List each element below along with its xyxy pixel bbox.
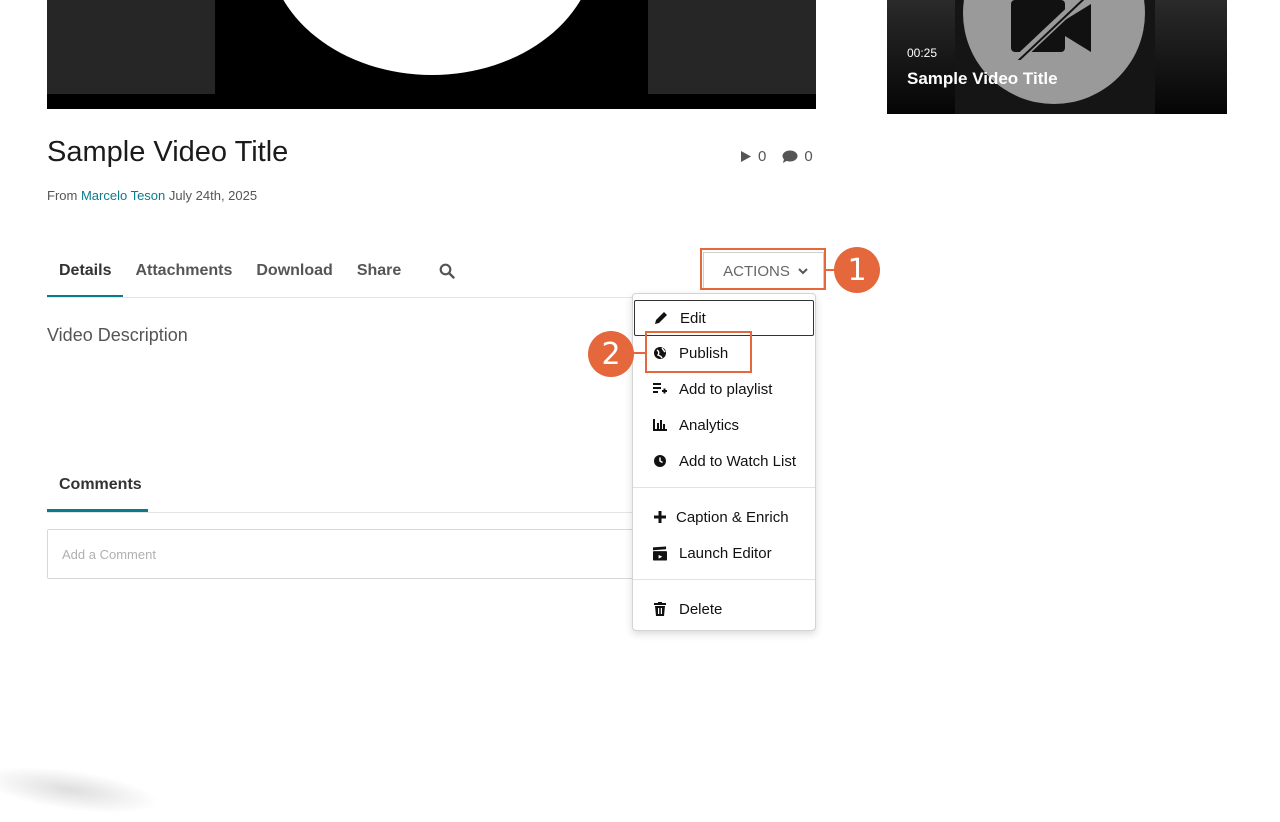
menu-item-analytics[interactable]: Analytics xyxy=(633,407,815,443)
callout-badge-2: 2 xyxy=(588,331,634,377)
menu-item-label: Add to playlist xyxy=(679,380,773,398)
tab-download[interactable]: Download xyxy=(244,252,344,298)
decorative-smudge xyxy=(0,757,162,822)
page-title: Sample Video Title xyxy=(47,136,289,168)
tab-attachments[interactable]: Attachments xyxy=(123,252,244,298)
video-frame-shape xyxy=(268,0,596,75)
tab-details[interactable]: Details xyxy=(47,252,124,298)
details-tabs: Details Attachments Download Share xyxy=(47,252,467,298)
video-description: Video Description xyxy=(47,325,188,345)
play-icon xyxy=(741,151,751,162)
menu-item-label: Publish xyxy=(679,344,729,362)
thumbnail-duration: 00:25 xyxy=(907,46,938,60)
comments-stat: 0 xyxy=(782,148,813,165)
menu-item-publish[interactable]: Publish xyxy=(633,335,815,371)
clock-icon xyxy=(653,454,667,468)
video-player[interactable] xyxy=(47,0,816,109)
player-letterbox-right xyxy=(648,0,816,94)
actions-label: ACTIONS xyxy=(723,262,790,280)
tab-share[interactable]: Share xyxy=(345,252,413,298)
related-video-thumbnail[interactable]: 00:25 Sample Video Title xyxy=(887,0,1227,114)
menu-item-label: Delete xyxy=(679,600,723,618)
actions-button[interactable]: ACTIONS xyxy=(703,252,824,290)
menu-item-label: Add to Watch List xyxy=(679,452,796,470)
plays-stat: 0 xyxy=(740,148,766,165)
actions-menu: Edit Publish Add to playlist Analytics A… xyxy=(632,293,816,631)
menu-item-add-to-watch-list[interactable]: Add to Watch List xyxy=(633,443,815,479)
clapperboard-icon xyxy=(653,546,667,560)
menu-item-launch-editor[interactable]: Launch Editor xyxy=(633,535,815,571)
search-icon xyxy=(439,263,455,279)
callout-badge-1: 1 xyxy=(834,247,880,293)
menu-divider xyxy=(633,487,815,488)
video-meta: From Marcelo Teson July 24th, 2025 xyxy=(47,188,257,203)
pencil-icon xyxy=(654,311,668,325)
player-letterbox-left xyxy=(47,0,215,94)
comment-bubble-icon xyxy=(782,150,798,163)
menu-item-label: Analytics xyxy=(679,416,740,434)
bar-chart-icon xyxy=(653,418,667,432)
menu-item-caption-enrich[interactable]: Caption & Enrich xyxy=(633,499,815,535)
author-link[interactable]: Marcelo Teson xyxy=(81,188,165,203)
comments-count: 0 xyxy=(804,148,813,165)
video-stats: 0 0 xyxy=(740,148,813,165)
plus-icon xyxy=(653,510,667,524)
menu-item-delete[interactable]: Delete xyxy=(633,591,815,627)
menu-item-label: Caption & Enrich xyxy=(676,508,789,526)
tab-comments[interactable]: Comments xyxy=(47,470,148,512)
menu-item-edit[interactable]: Edit xyxy=(634,300,814,336)
callout-connector-2 xyxy=(633,352,645,354)
chevron-down-icon xyxy=(798,268,808,275)
globe-icon xyxy=(653,346,667,360)
menu-item-label: Launch Editor xyxy=(679,544,772,562)
thumbnail-title: Sample Video Title xyxy=(907,69,1058,88)
trash-icon xyxy=(653,602,667,616)
publish-date: July 24th, 2025 xyxy=(168,188,258,203)
from-label: From xyxy=(47,188,78,203)
tab-search[interactable] xyxy=(413,252,467,298)
playlist-add-icon xyxy=(653,382,667,396)
menu-item-add-to-playlist[interactable]: Add to playlist xyxy=(633,371,815,407)
menu-item-label: Edit xyxy=(680,309,706,327)
menu-divider xyxy=(633,579,815,580)
video-off-icon xyxy=(1011,0,1091,60)
plays-count: 0 xyxy=(758,148,767,165)
